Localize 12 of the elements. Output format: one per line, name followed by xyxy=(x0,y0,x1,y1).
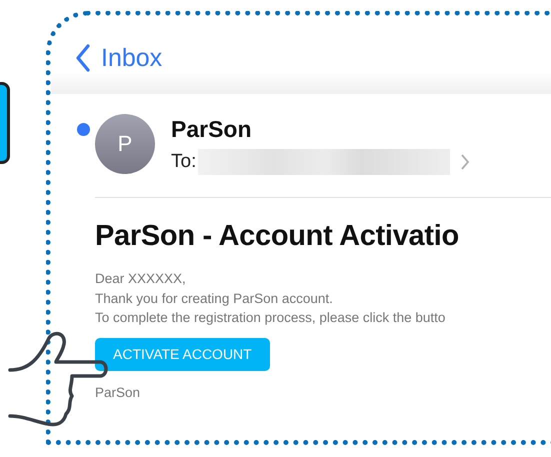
activate-account-button[interactable]: ACTIVATE ACCOUNT xyxy=(95,338,270,370)
body-text: To complete the registration process, please click the butto xyxy=(95,309,446,327)
avatar: P xyxy=(95,114,155,174)
email-subject: ParSon - Account Activatio xyxy=(95,220,460,253)
back-button[interactable]: Inbox xyxy=(75,44,162,72)
signature: ParSon xyxy=(95,384,142,400)
back-chevron-icon xyxy=(75,44,91,72)
body-text: Dear XXXXXX, xyxy=(95,270,187,288)
disclosure-chevron-icon[interactable] xyxy=(460,153,470,171)
body-text: Thank you for creating ParSon account. xyxy=(95,290,334,308)
to-label: To: xyxy=(171,151,196,173)
sender-name: ParSon xyxy=(171,116,253,143)
